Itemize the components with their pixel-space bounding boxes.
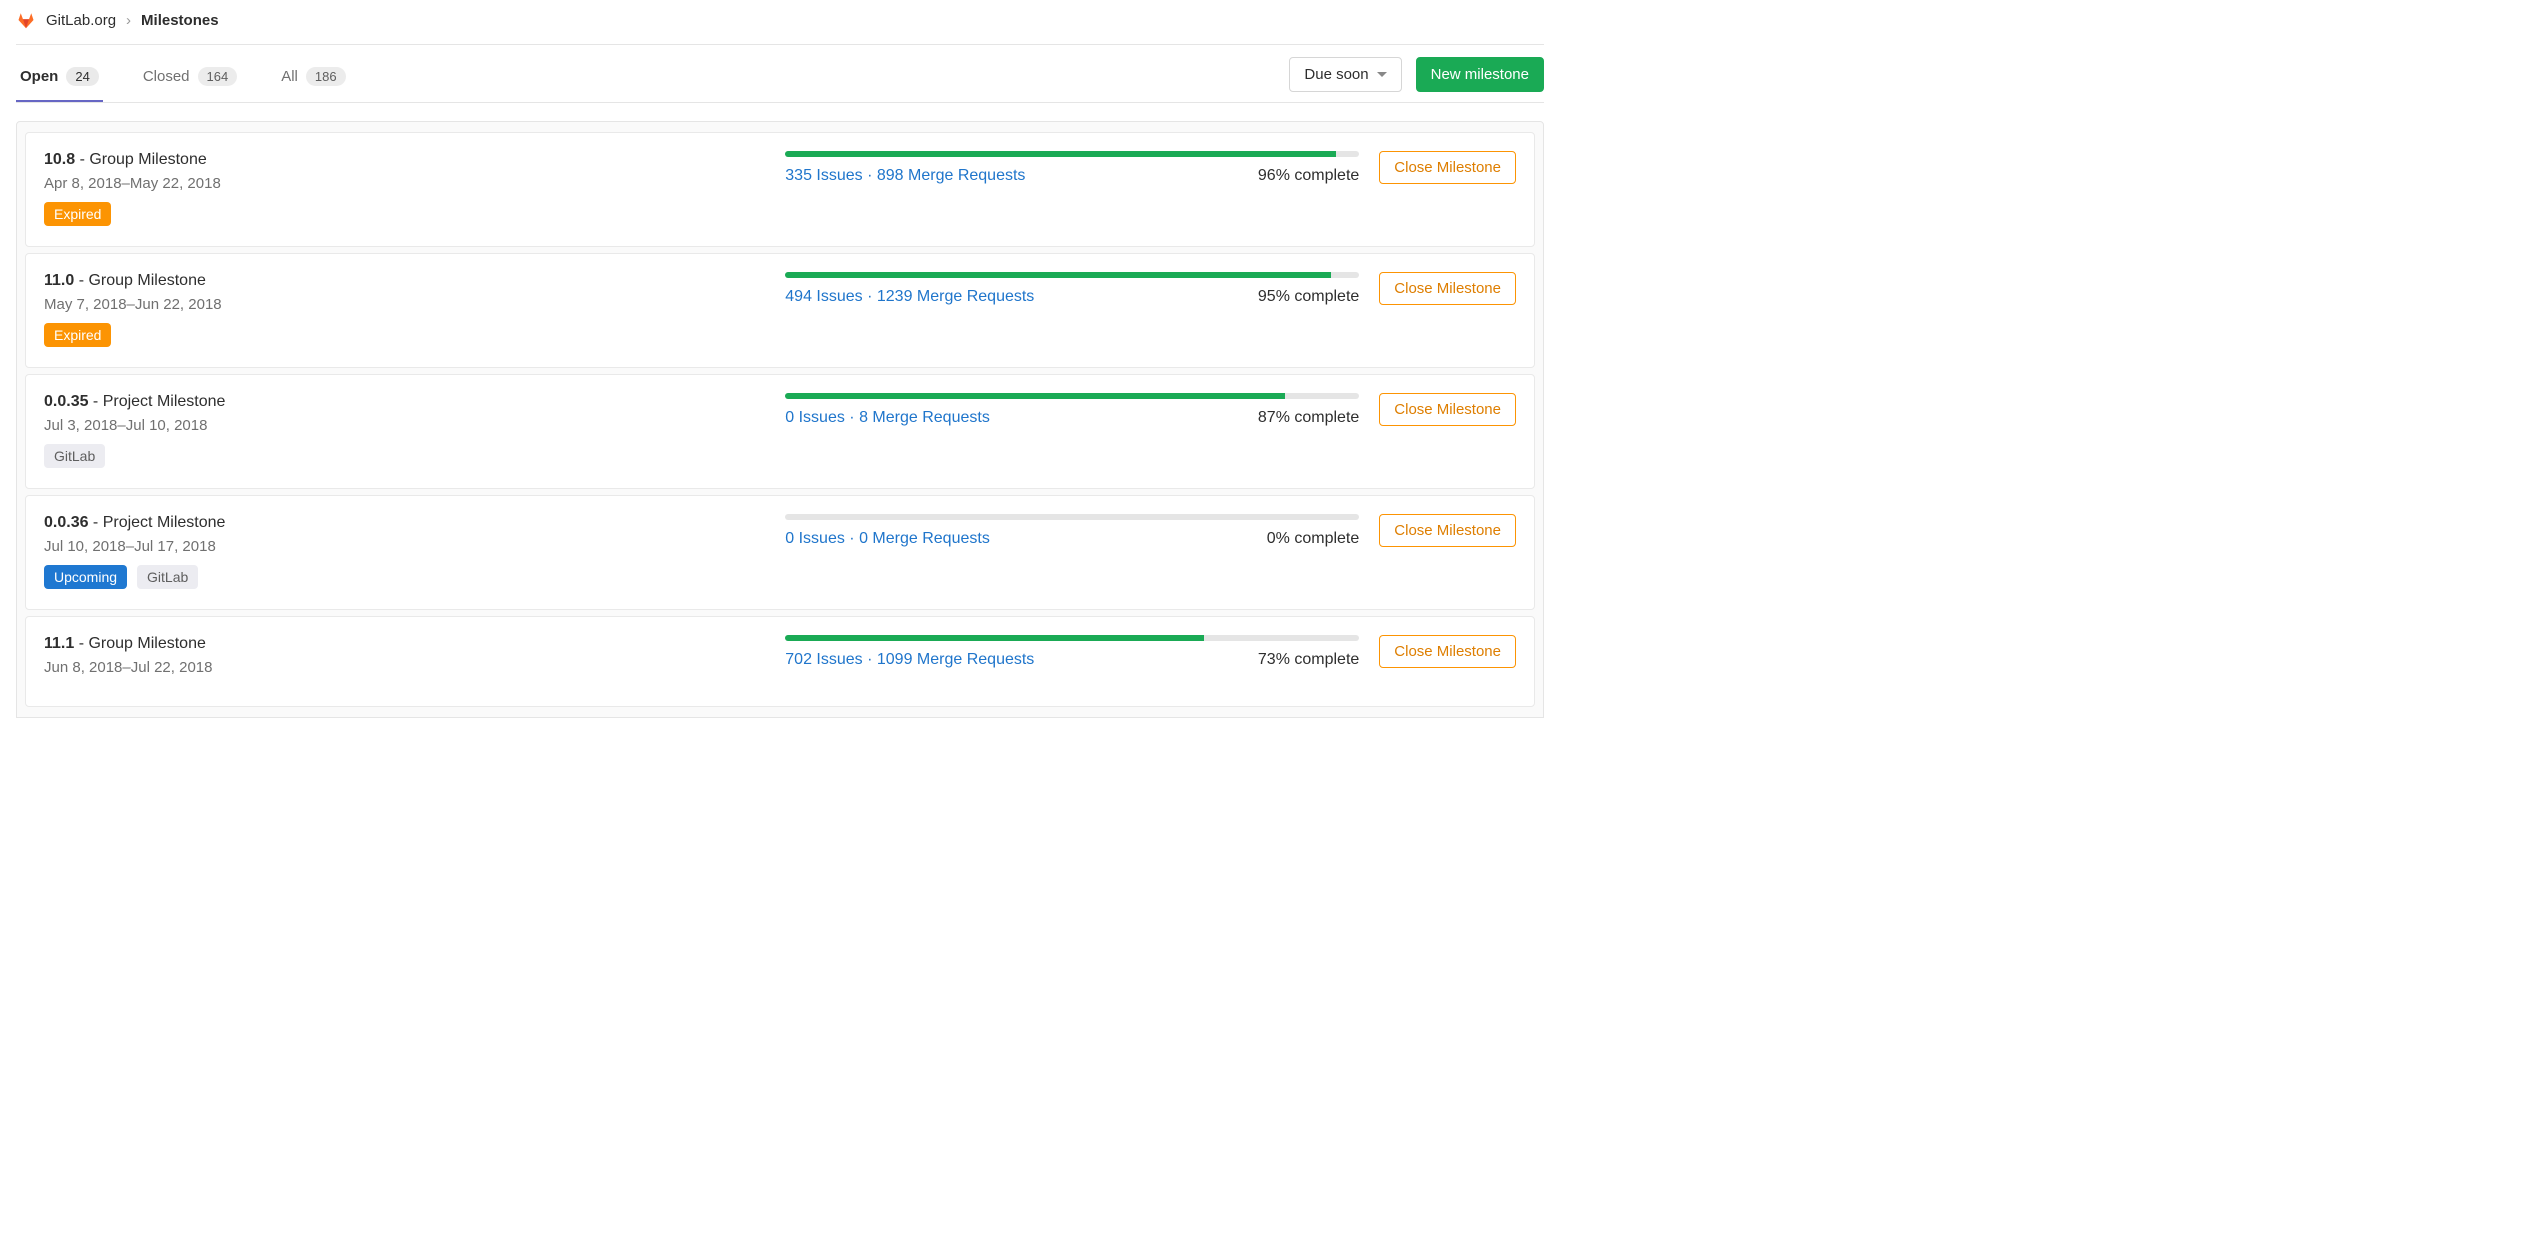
merge-requests-link[interactable]: 1239 Merge Requests <box>877 288 1034 305</box>
tab-all-label: All <box>281 68 298 85</box>
milestone-dates: May 7, 2018–Jun 22, 2018 <box>44 296 765 313</box>
milestone-labels: Expired <box>44 323 765 347</box>
merge-requests-link[interactable]: 8 Merge Requests <box>859 409 990 426</box>
milestone-type: - Group Milestone <box>74 635 206 652</box>
milestone-name: 11.1 <box>44 635 74 652</box>
tabs-row: Open 24 Closed 164 All 186 Due soon New … <box>16 51 1544 103</box>
issues-link[interactable]: 702 Issues <box>785 651 862 668</box>
stats-separator: · <box>863 167 877 184</box>
close-milestone-button[interactable]: Close Milestone <box>1379 635 1516 668</box>
tab-open-label: Open <box>20 68 58 85</box>
milestone-name: 11.0 <box>44 272 74 289</box>
stats-separator: · <box>845 530 859 547</box>
issues-link[interactable]: 0 Issues <box>785 409 845 426</box>
label-expired: Expired <box>44 323 111 347</box>
milestone-title[interactable]: 11.1 - Group Milestone <box>44 635 765 653</box>
stats-separator: · <box>863 651 877 668</box>
milestones-list: 10.8 - Group Milestone Apr 8, 2018–May 22… <box>16 121 1544 718</box>
breadcrumb: GitLab.org › Milestones <box>16 0 1544 44</box>
percent-complete: 73% complete <box>1258 651 1359 669</box>
progress-fill <box>785 393 1284 399</box>
milestone-title[interactable]: 11.0 - Group Milestone <box>44 272 765 290</box>
progress-bar <box>785 635 1359 641</box>
milestone-dates: Jul 10, 2018–Jul 17, 2018 <box>44 538 765 555</box>
milestone-row: 11.0 - Group Milestone May 7, 2018–Jun 22… <box>25 253 1535 368</box>
stats-separator: · <box>845 409 859 426</box>
breadcrumb-current: Milestones <box>141 12 219 29</box>
milestone-stats-links: 494 Issues · 1239 Merge Requests <box>785 288 1034 306</box>
milestone-labels: GitLab <box>44 444 765 468</box>
tab-closed-label: Closed <box>143 68 190 85</box>
milestone-row: 0.0.36 - Project Milestone Jul 10, 2018–J… <box>25 495 1535 610</box>
sort-dropdown-label: Due soon <box>1304 66 1368 83</box>
milestone-row: 11.1 - Group Milestone Jun 8, 2018–Jul 22… <box>25 616 1535 707</box>
milestone-type: - Group Milestone <box>74 272 206 289</box>
issues-link[interactable]: 335 Issues <box>785 167 862 184</box>
tab-all[interactable]: All 186 <box>277 51 349 102</box>
milestone-title[interactable]: 0.0.35 - Project Milestone <box>44 393 765 411</box>
milestone-stats-links: 0 Issues · 8 Merge Requests <box>785 409 990 427</box>
progress-bar <box>785 393 1359 399</box>
milestone-dates: Jul 3, 2018–Jul 10, 2018 <box>44 417 765 434</box>
chevron-right-icon: › <box>126 12 131 29</box>
close-milestone-button[interactable]: Close Milestone <box>1379 151 1516 184</box>
tab-all-count: 186 <box>306 67 346 86</box>
sort-dropdown[interactable]: Due soon <box>1289 57 1401 92</box>
progress-bar <box>785 514 1359 520</box>
milestone-dates: Jun 8, 2018–Jul 22, 2018 <box>44 659 765 676</box>
progress-bar <box>785 151 1359 157</box>
milestone-type: - Project Milestone <box>88 393 225 410</box>
milestone-stats-links: 702 Issues · 1099 Merge Requests <box>785 651 1034 669</box>
milestone-row: 10.8 - Group Milestone Apr 8, 2018–May 22… <box>25 132 1535 247</box>
milestone-stats-links: 335 Issues · 898 Merge Requests <box>785 167 1025 185</box>
milestone-stats-links: 0 Issues · 0 Merge Requests <box>785 530 990 548</box>
close-milestone-button[interactable]: Close Milestone <box>1379 514 1516 547</box>
progress-fill <box>785 635 1204 641</box>
new-milestone-button[interactable]: New milestone <box>1416 57 1544 92</box>
progress-fill <box>785 272 1330 278</box>
percent-complete: 96% complete <box>1258 167 1359 185</box>
milestone-labels: Expired <box>44 202 765 226</box>
milestone-name: 10.8 <box>44 151 75 168</box>
merge-requests-link[interactable]: 1099 Merge Requests <box>877 651 1034 668</box>
milestone-name: 0.0.35 <box>44 393 88 410</box>
percent-complete: 87% complete <box>1258 409 1359 427</box>
label-gitlab: GitLab <box>137 565 198 589</box>
milestone-type: - Project Milestone <box>88 514 225 531</box>
milestone-row: 0.0.35 - Project Milestone Jul 3, 2018–Ju… <box>25 374 1535 489</box>
tab-open-count: 24 <box>66 67 98 86</box>
label-upcoming: Upcoming <box>44 565 127 589</box>
merge-requests-link[interactable]: 0 Merge Requests <box>859 530 990 547</box>
close-milestone-button[interactable]: Close Milestone <box>1379 393 1516 426</box>
milestone-labels: Upcoming GitLab <box>44 565 765 589</box>
percent-complete: 95% complete <box>1258 288 1359 306</box>
close-milestone-button[interactable]: Close Milestone <box>1379 272 1516 305</box>
label-expired: Expired <box>44 202 111 226</box>
gitlab-logo-icon <box>16 10 36 30</box>
issues-link[interactable]: 0 Issues <box>785 530 845 547</box>
merge-requests-link[interactable]: 898 Merge Requests <box>877 167 1026 184</box>
stats-separator: · <box>863 288 877 305</box>
milestone-dates: Apr 8, 2018–May 22, 2018 <box>44 175 765 192</box>
milestone-title[interactable]: 0.0.36 - Project Milestone <box>44 514 765 532</box>
milestone-name: 0.0.36 <box>44 514 88 531</box>
milestone-type: - Group Milestone <box>75 151 207 168</box>
tab-open[interactable]: Open 24 <box>16 51 103 102</box>
divider <box>16 44 1544 45</box>
progress-fill <box>785 151 1336 157</box>
tab-closed-count: 164 <box>198 67 238 86</box>
progress-bar <box>785 272 1359 278</box>
label-gitlab: GitLab <box>44 444 105 468</box>
breadcrumb-org-link[interactable]: GitLab.org <box>46 12 116 29</box>
issues-link[interactable]: 494 Issues <box>785 288 862 305</box>
tab-closed[interactable]: Closed 164 <box>139 51 241 102</box>
chevron-down-icon <box>1377 72 1387 77</box>
percent-complete: 0% complete <box>1267 530 1360 548</box>
milestone-title[interactable]: 10.8 - Group Milestone <box>44 151 765 169</box>
